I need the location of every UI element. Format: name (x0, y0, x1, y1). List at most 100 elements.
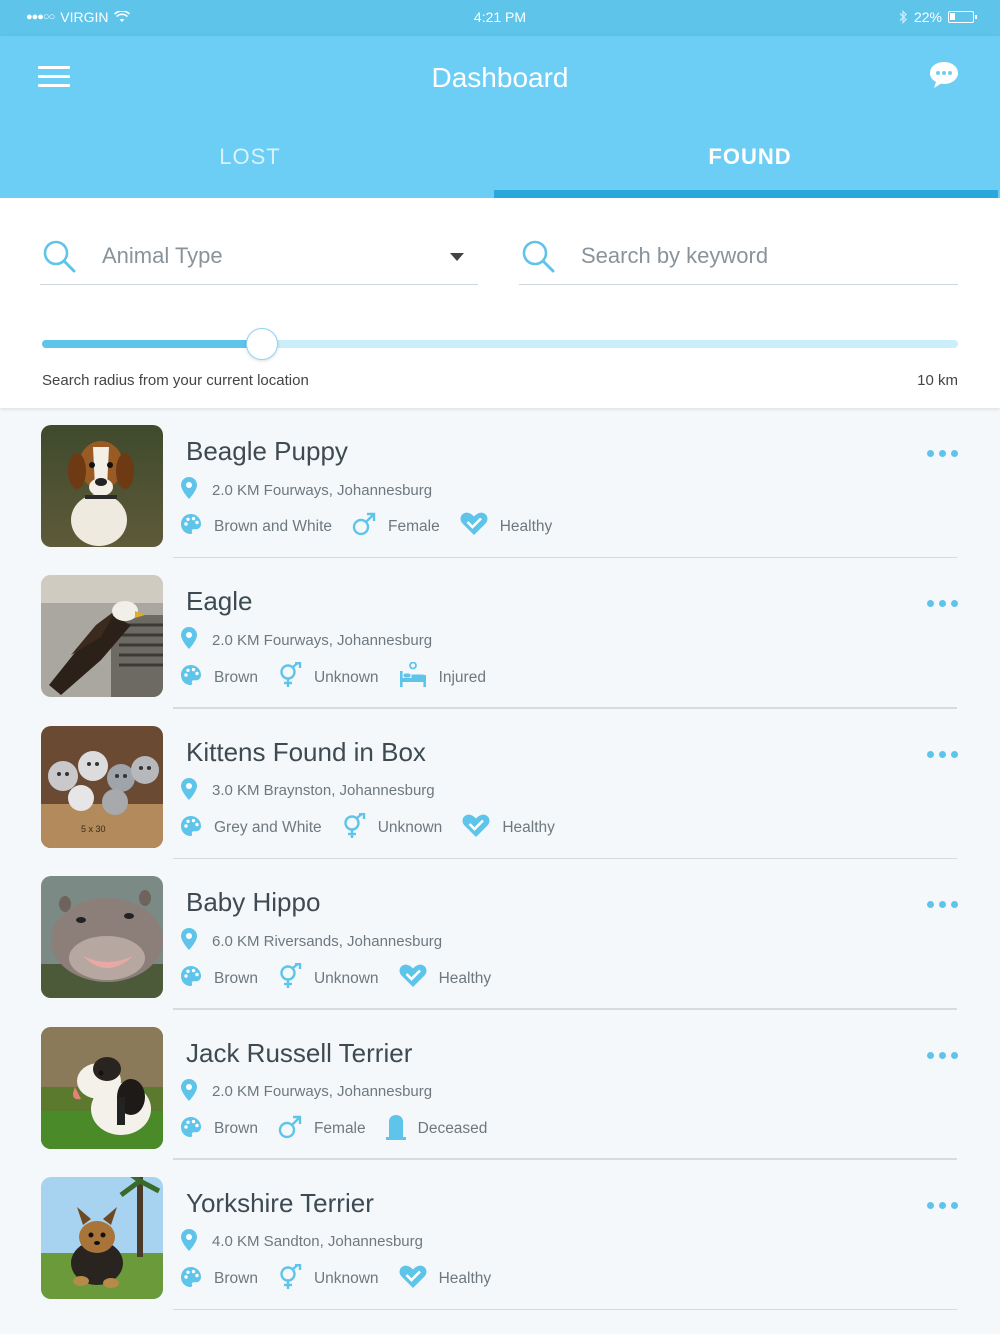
keyword-search-input[interactable] (581, 243, 941, 269)
battery-icon (948, 11, 977, 23)
status-attribute: Healthy (460, 512, 552, 541)
location-text: 6.0 KM Riversands, Johannesburg (212, 932, 443, 950)
color-text: Brown and White (214, 517, 333, 535)
list-item[interactable]: Beagle Puppy 2.0 KM Fourways, Johannesbur… (0, 408, 1000, 559)
more-options-icon[interactable] (927, 901, 958, 909)
palette-icon (180, 664, 214, 691)
list-item[interactable]: Eagle 2.0 KM Fourways, Johannesburg Brown U… (0, 558, 1000, 709)
color-attribute: Brown (180, 965, 258, 992)
color-text: Brown (214, 1120, 258, 1138)
radius-slider[interactable] (42, 328, 958, 360)
sex-attribute: Unknown (278, 961, 379, 994)
radius-slider-fill (42, 340, 262, 348)
palette-icon (180, 1266, 214, 1293)
location-row: 2.0 KM Fourways, Johannesburg (180, 626, 432, 654)
location-text: 2.0 KM Fourways, Johannesburg (212, 1083, 433, 1101)
location-pin-icon (180, 626, 212, 654)
eagle-photo[interactable] (41, 575, 163, 698)
more-options-icon[interactable] (927, 750, 958, 758)
more-options-icon[interactable] (927, 1201, 958, 1209)
color-attribute: Brown and White (180, 513, 332, 540)
status-text: Healthy (502, 819, 555, 837)
location-row: 2.0 KM Fourways, Johannesburg (180, 1078, 432, 1106)
color-text: Grey and White (214, 819, 322, 837)
tombstone-icon (385, 1114, 418, 1145)
kittens-photo[interactable]: 5 x 30 (41, 725, 163, 848)
page-title: Dashboard (431, 62, 569, 93)
status-attribute: Injured (399, 661, 486, 693)
status-bar: ●●●○○ VIRGIN 4:21 PM 22% (0, 0, 1000, 36)
status-attribute: Healthy (462, 814, 555, 843)
tab-bar: LOST FOUND (0, 136, 1000, 198)
beagle-photo[interactable] (41, 425, 163, 547)
app-header: Dashboard LOST FOUND (0, 36, 1000, 198)
more-options-icon[interactable] (927, 1051, 958, 1059)
radius-slider-handle[interactable] (245, 328, 278, 360)
unknown-sex-icon (342, 810, 378, 844)
attribute-row: Brown Unknown Healthy (180, 961, 511, 994)
divider (173, 1308, 957, 1311)
status-text: Injured (438, 668, 486, 686)
palette-icon (180, 815, 214, 842)
location-row: 3.0 KM Braynston, Johannesburg (180, 777, 435, 805)
keyword-search-field (519, 228, 958, 285)
sex-attribute: Unknown (278, 1262, 379, 1295)
list-item[interactable]: Baby Hippo 6.0 KM Riversands, Johannesbur… (0, 859, 1000, 1010)
filter-panel: Animal Type Search radius from your curr… (0, 198, 1000, 408)
sex-attribute: Unknown (278, 660, 379, 693)
color-attribute: Brown (180, 1116, 258, 1143)
more-options-icon[interactable] (927, 600, 958, 608)
status-bar-time: 4:21 PM (473, 9, 527, 25)
sex-text: Unknown (313, 969, 379, 987)
color-attribute: Brown (180, 1266, 258, 1293)
location-pin-icon (180, 1078, 212, 1106)
chevron-down-icon[interactable] (450, 253, 464, 261)
unknown-sex-icon (278, 660, 314, 693)
list-item[interactable]: 5 x 30 Kittens Found in Box 3.0 KM Braynst… (0, 709, 1000, 860)
radius-label: Search radius from your current location (42, 372, 309, 389)
attribute-row: Brown and White Female Healthy (180, 512, 572, 541)
status-text: Healthy (438, 969, 492, 987)
sex-text: Female (313, 1120, 366, 1138)
color-attribute: Brown (180, 664, 258, 691)
more-options-icon[interactable] (927, 450, 958, 457)
location-row: 6.0 KM Riversands, Johannesburg (180, 927, 442, 955)
sex-attribute: Female (278, 1115, 366, 1144)
unknown-sex-icon (278, 961, 314, 994)
sex-text: Unknown (313, 668, 379, 686)
terrier-photo[interactable] (41, 1026, 163, 1149)
animal-name: Kittens Found in Box (186, 736, 426, 767)
color-text: Brown (214, 668, 258, 686)
yorkie-photo[interactable] (41, 1176, 163, 1299)
search-icon (43, 240, 76, 273)
animal-name: Beagle Puppy (186, 436, 348, 466)
male-symbol-icon (278, 1115, 314, 1144)
location-row: 2.0 KM Fourways, Johannesburg (180, 476, 432, 504)
location-text: 3.0 KM Braynston, Johannesburg (212, 782, 435, 800)
unknown-sex-icon (278, 1262, 314, 1295)
heart-check-icon (460, 512, 500, 541)
chat-bubble-icon[interactable] (928, 60, 960, 90)
location-pin-icon (180, 927, 212, 955)
location-row: 4.0 KM Sandton, Johannesburg (180, 1228, 423, 1256)
palette-icon (180, 965, 214, 992)
svg-text:5 x 30: 5 x 30 (81, 824, 106, 834)
list-item[interactable]: Yorkshire Terrier 4.0 KM Sandton, Johanne… (0, 1160, 1000, 1311)
status-text: Deceased (417, 1120, 488, 1138)
radius-value: 10 km (917, 372, 958, 389)
tab-found[interactable]: FOUND (494, 136, 1000, 198)
hippo-photo[interactable] (41, 876, 163, 999)
hospital-bed-icon (399, 661, 439, 693)
sex-attribute: Unknown (342, 810, 443, 844)
bluetooth-icon (899, 10, 907, 24)
list-item[interactable]: Jack Russell Terrier 2.0 KM Fourways, Joh… (0, 1010, 1000, 1160)
location-text: 2.0 KM Fourways, Johannesburg (212, 481, 433, 499)
location-pin-icon (180, 1228, 212, 1256)
animal-name: Eagle (186, 586, 253, 617)
animal-type-select[interactable]: Animal Type (40, 228, 478, 285)
found-animal-list: Beagle Puppy 2.0 KM Fourways, Johannesbur… (0, 408, 1000, 1311)
tab-lost[interactable]: LOST (0, 136, 500, 198)
male-symbol-icon (352, 512, 388, 541)
sex-text: Unknown (377, 819, 443, 837)
attribute-row: Grey and White Unknown Healthy (180, 810, 575, 844)
